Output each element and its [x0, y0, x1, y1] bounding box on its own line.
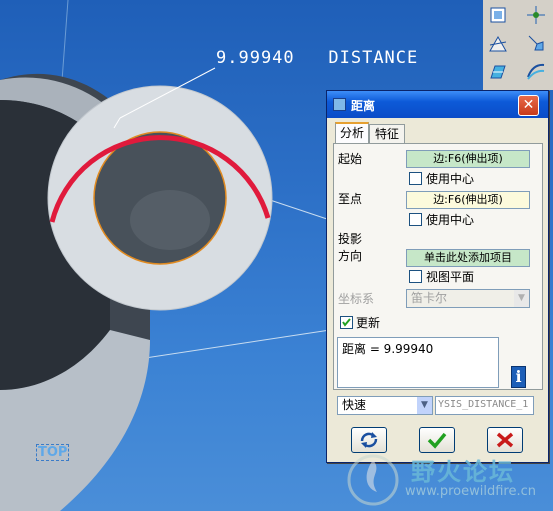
tab-feature[interactable]: 特征 [369, 124, 405, 143]
update-label: 更新 [356, 316, 381, 330]
from-use-center-checkbox[interactable] [409, 172, 422, 185]
from-label: 起始 [338, 152, 363, 166]
datum-plane-icon[interactable] [487, 4, 509, 26]
hole-shading [130, 190, 210, 250]
checkmark-icon [427, 432, 447, 449]
to-label: 至点 [338, 192, 363, 206]
dialog-title: 距离 [351, 99, 376, 113]
close-icon[interactable]: ✕ [518, 95, 539, 116]
mode-select[interactable]: 快速 ▼ [337, 396, 433, 415]
to-use-center-label: 使用中心 [426, 213, 475, 227]
analysis-panel: 起始 边:F6(伸出项) 使用中心 至点 边:F6(伸出项) 使用中心 投影 方… [333, 143, 543, 390]
result-textbox[interactable]: 距离 = 9.99940 [337, 337, 499, 388]
direction-label: 方向 [338, 249, 363, 263]
to-use-center-checkbox[interactable] [409, 213, 422, 226]
analysis-curve-icon[interactable] [525, 60, 547, 82]
csys-select: 笛卡尔 ▼ [406, 289, 530, 308]
csys-value: 笛卡尔 [411, 291, 448, 305]
distance-dialog: 距离 ✕ 分析 特征 起始 边:F6(伸出项) 使用中心 至点 边:F6(伸出项… [326, 90, 549, 463]
mode-value: 快速 [342, 398, 367, 412]
to-reference-field[interactable]: 边:F6(伸出项) [406, 191, 530, 209]
watermark: 野火论坛 www.proewildfire.cn [343, 448, 553, 511]
chevron-down-icon: ▼ [514, 290, 529, 307]
datum-point-icon[interactable] [525, 4, 547, 26]
chevron-down-icon[interactable]: ▼ [417, 397, 432, 414]
dimension-text: 9.99940 DISTANCE [216, 48, 419, 68]
from-reference-field[interactable]: 边:F6(伸出项) [406, 150, 530, 168]
view-plane-checkbox[interactable] [409, 270, 422, 283]
checkmark-icon [342, 318, 351, 327]
watermark-title: 野火论坛 [411, 458, 515, 486]
info-icon[interactable]: i [511, 366, 526, 388]
tab-analysis[interactable]: 分析 [335, 122, 369, 145]
csys-label: 坐标系 [338, 292, 375, 306]
dialog-titlebar[interactable]: 距离 ✕ [327, 91, 548, 118]
update-checkbox[interactable] [340, 316, 353, 329]
sketch-icon[interactable] [487, 60, 509, 82]
projection-label: 投影 [338, 232, 363, 246]
feature-name-input[interactable]: YSIS_DISTANCE_1 [435, 396, 534, 415]
flame-logo-icon [347, 454, 399, 506]
from-use-center-label: 使用中心 [426, 172, 475, 186]
view-label: TOP [36, 444, 70, 461]
watermark-url: www.proewildfire.cn [405, 484, 536, 499]
datum-axis-icon[interactable] [487, 32, 509, 54]
dialog-app-icon [333, 98, 346, 111]
right-toolbar [483, 0, 553, 90]
refresh-icon [360, 432, 378, 448]
direction-reference-field[interactable]: 单击此处添加项目 [406, 249, 530, 267]
cancel-icon [496, 432, 514, 448]
datum-csys-icon[interactable] [525, 32, 547, 54]
view-plane-label: 视图平面 [426, 270, 475, 284]
